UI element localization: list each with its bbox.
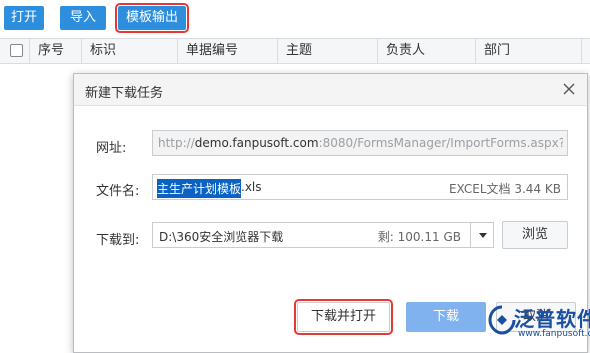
filename-extension: .xls bbox=[241, 180, 262, 194]
column-header[interactable]: 部门 bbox=[476, 39, 582, 63]
template-export-button[interactable]: 模板输出 bbox=[115, 3, 189, 33]
select-all-checkbox[interactable] bbox=[10, 44, 23, 57]
import-button[interactable]: 导入 bbox=[60, 6, 106, 30]
remaining-space: 剩: 100.11 GB bbox=[377, 230, 461, 244]
saveto-label: 下载到: bbox=[96, 233, 140, 248]
column-header[interactable]: 标识 bbox=[82, 39, 178, 63]
column-header[interactable]: 负责人 bbox=[378, 39, 476, 63]
dialog-titlebar: 新建下载任务 bbox=[74, 74, 587, 106]
column-header[interactable]: 序号 bbox=[30, 39, 82, 63]
brand-logo-icon bbox=[488, 305, 516, 335]
filename-selected-text: 主生产计划模板 bbox=[157, 179, 242, 198]
column-header[interactable]: 单据编号 bbox=[178, 39, 278, 63]
filename-input[interactable]: 主生产计划模板 .xls EXCEL文档 3.44 KB bbox=[152, 174, 568, 200]
dropdown-separator bbox=[470, 223, 471, 247]
save-path-text: D:\360安全浏览器下载 bbox=[159, 230, 284, 244]
url-label: 网址: bbox=[96, 141, 127, 156]
open-button[interactable]: 打开 bbox=[4, 6, 44, 30]
grid-header: 序号 标识 单据编号 主题 负责人 部门 bbox=[0, 38, 590, 64]
brand-name: 泛普软件 bbox=[514, 307, 590, 331]
toolbar: 打开 导入 模板输出 bbox=[0, 0, 590, 34]
close-icon[interactable] bbox=[561, 81, 577, 97]
url-text: http://demo.fanpusoft.com:8080/FormsMana… bbox=[158, 136, 563, 150]
dialog-title: 新建下载任务 bbox=[85, 86, 164, 101]
browse-button[interactable]: 浏览 bbox=[502, 221, 568, 249]
brand-url: www.fanpusoft.com bbox=[518, 329, 590, 339]
save-path-select[interactable]: D:\360安全浏览器下载 剩: 100.11 GB bbox=[152, 222, 494, 248]
download-and-open-button[interactable]: 下载并打开 bbox=[294, 299, 393, 335]
url-field: http://demo.fanpusoft.com:8080/FormsMana… bbox=[152, 130, 568, 156]
select-all-cell bbox=[0, 39, 30, 63]
column-header[interactable]: 主题 bbox=[278, 39, 378, 63]
filename-label: 文件名: bbox=[96, 184, 140, 199]
brand-watermark: 泛普软件 www.fanpusoft.com bbox=[488, 301, 590, 345]
file-info: EXCEL文档 3.44 KB bbox=[448, 182, 561, 196]
download-button[interactable]: 下载 bbox=[406, 302, 486, 332]
chevron-down-icon[interactable] bbox=[479, 233, 487, 238]
